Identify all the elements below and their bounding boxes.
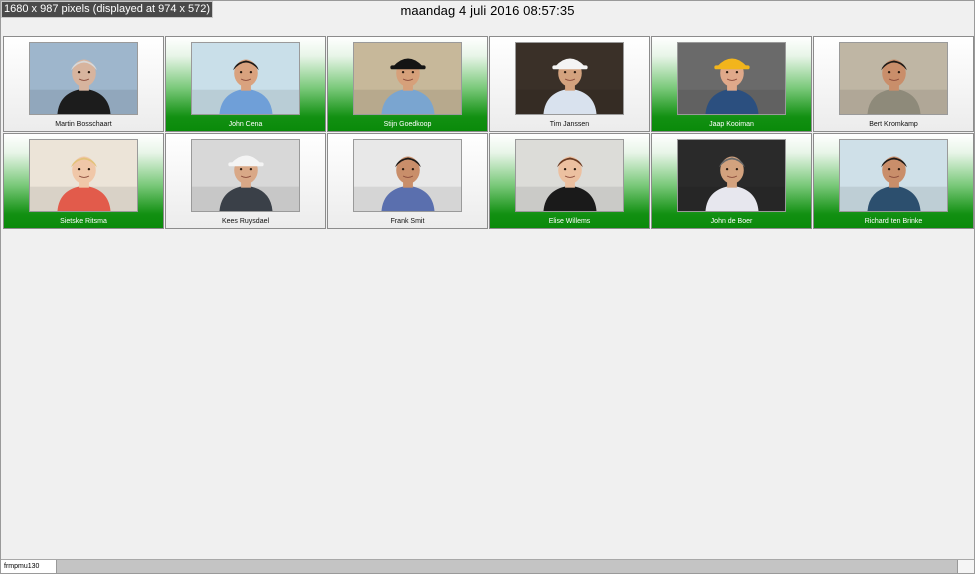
employee-name: Bert Kromkamp [869,121,918,128]
employee-tile[interactable]: John de Boer [651,133,812,229]
employee-photo-engineer-in-workshop [839,139,948,212]
status-form-name: frmpmu130 [1,560,57,573]
employee-tile[interactable]: Tim Janssen [489,36,650,132]
status-bar: frmpmu130 [1,559,974,573]
employee-photo-businessman-at-desk [677,139,786,212]
employee-tile[interactable]: Stijn Goedkoop [327,36,488,132]
employee-photo-man-in-office-portrait [839,42,948,115]
employee-name: Jaap Kooiman [709,121,754,128]
employee-photo-office-worker-with-folders [191,42,300,115]
employee-name: Sietske Ritsma [60,218,107,225]
employee-photo-worker-with-blueprints [191,139,300,212]
employee-photo-woman-at-desk [29,139,138,212]
employee-grid: Martin Bosschaart John Cena Stijn Goedko… [3,36,974,229]
employee-name: John Cena [228,121,263,128]
employee-tile[interactable]: Kees Ruysdael [165,133,326,229]
employee-name: Elise Willems [548,218,591,225]
employee-tile[interactable]: Bert Kromkamp [813,36,974,132]
employee-name: Stijn Goedkoop [383,121,432,128]
employee-name: Frank Smit [390,218,425,225]
employee-photo-elderly-man-portrait [29,42,138,115]
employee-photo-worker-with-hard-hat-desk [353,42,462,115]
date-time-display: maandag 4 juli 2016 08:57:35 [400,3,575,18]
employee-tile[interactable]: Jaap Kooiman [651,36,812,132]
employee-name: Kees Ruysdael [221,218,270,225]
employee-tile[interactable]: Elise Willems [489,133,650,229]
status-bar-end-panel [957,560,974,573]
employee-photo-woman-with-headset [515,139,624,212]
main-window: 1680 x 987 pixels (displayed at 974 x 57… [0,0,975,574]
employee-name: John de Boer [710,218,753,225]
employee-name: Martin Bosschaart [55,121,112,128]
employee-photo-architect-at-drawing-table [353,139,462,212]
employee-tile[interactable]: Frank Smit [327,133,488,229]
employee-tile[interactable]: Richard ten Brinke [813,133,974,229]
employee-tile[interactable]: Sietske Ritsma [3,133,164,229]
employee-photo-worker-yellow-helmet-headset [677,42,786,115]
employee-name: Richard ten Brinke [864,218,923,225]
employee-photo-construction-worker-white-helmet [515,42,624,115]
employee-name: Tim Janssen [549,121,590,128]
employee-tile[interactable]: John Cena [165,36,326,132]
employee-tile[interactable]: Martin Bosschaart [3,36,164,132]
